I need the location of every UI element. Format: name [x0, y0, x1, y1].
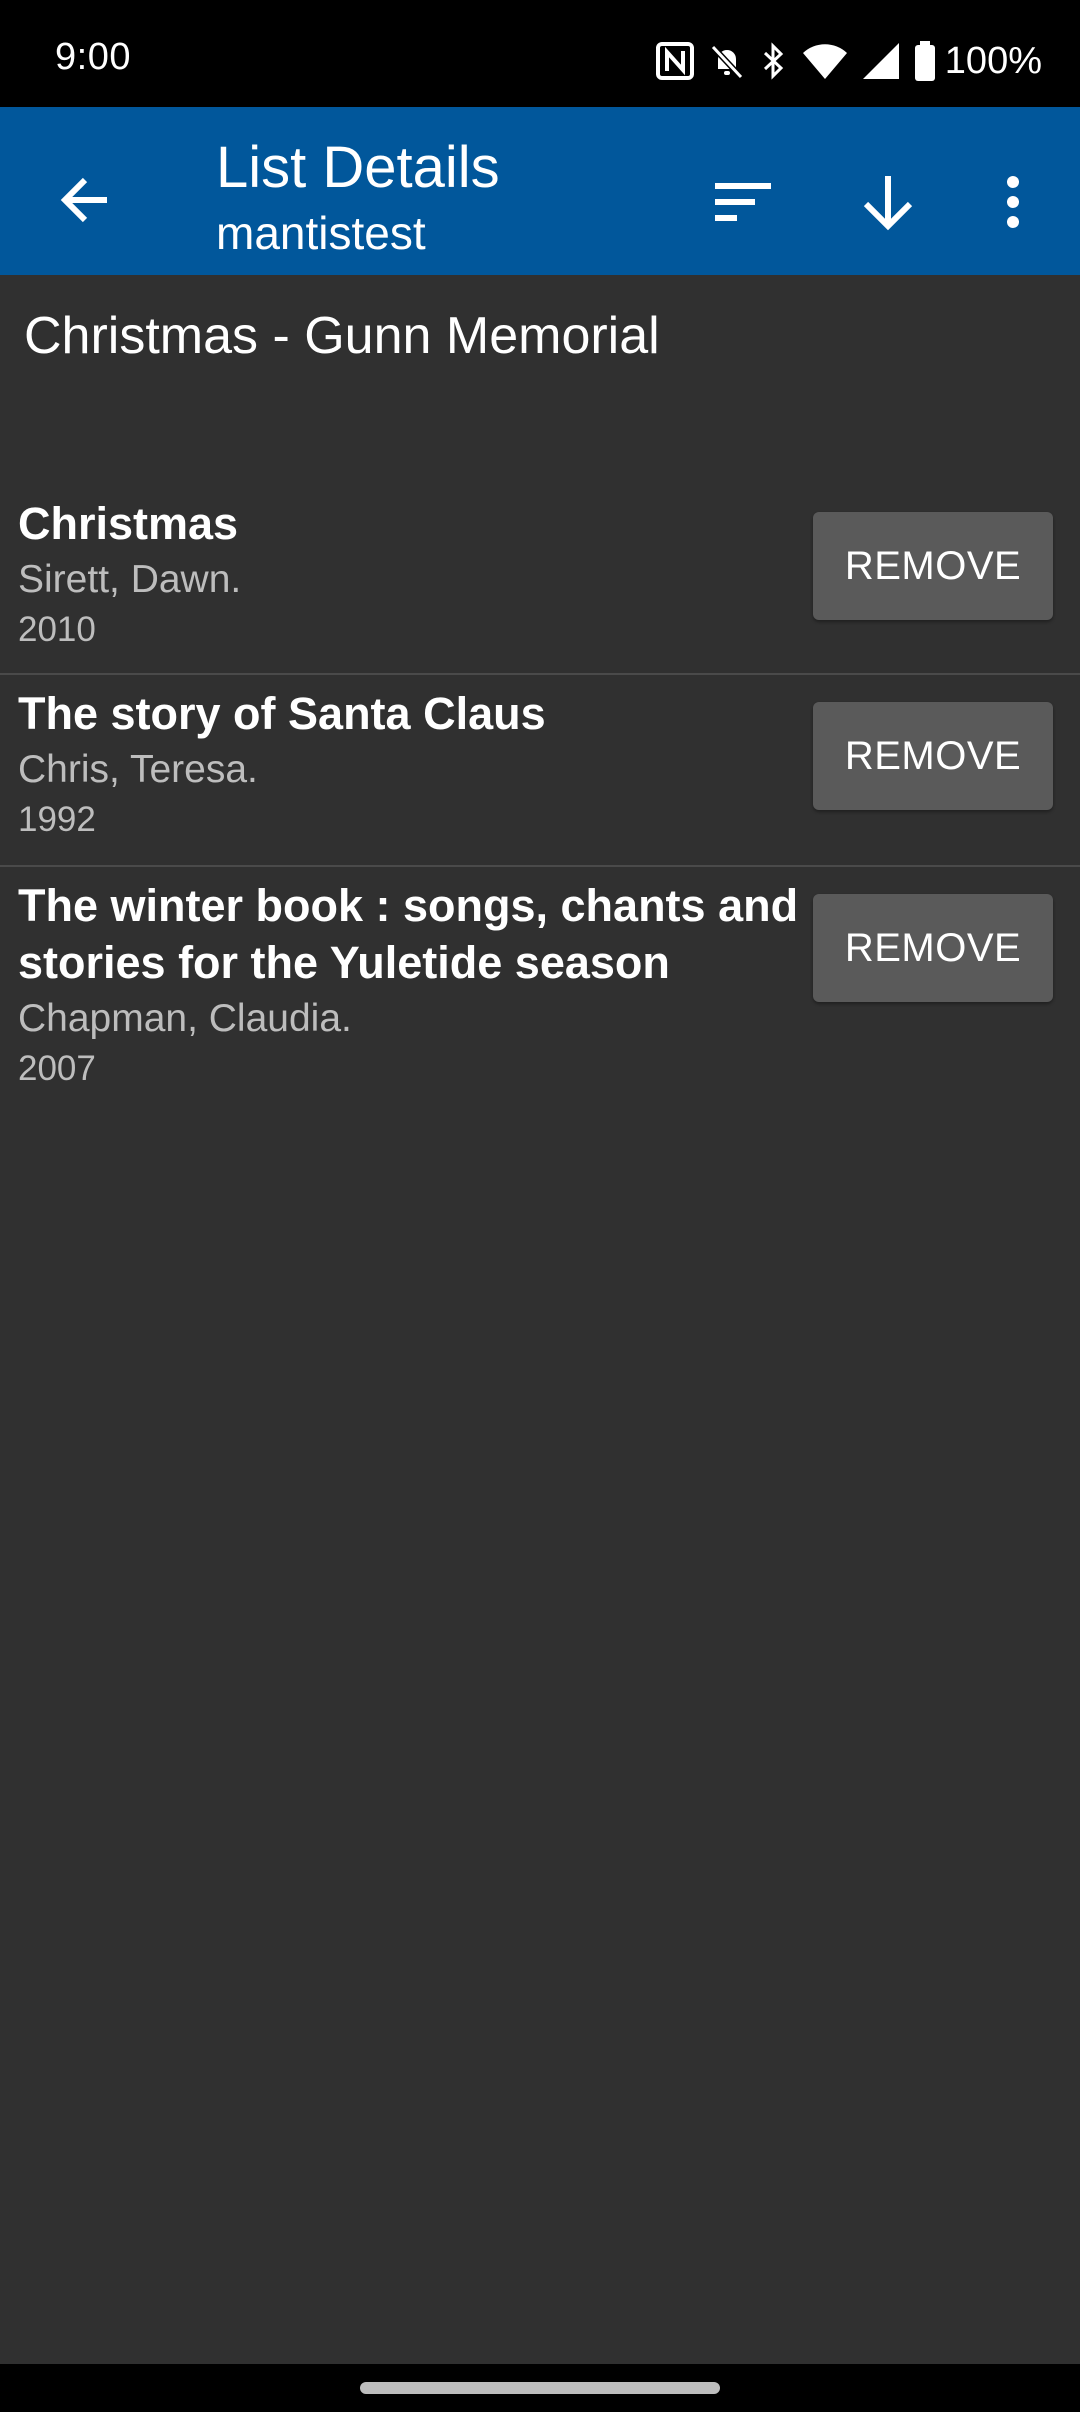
list-item: Christmas Sirett, Dawn. 2010 REMOVE: [0, 495, 1080, 675]
status-time: 9:00: [55, 36, 131, 78]
page-title: List Details: [216, 135, 500, 200]
item-author: Sirett, Dawn.: [18, 558, 242, 601]
item-author: Chris, Teresa.: [18, 748, 258, 791]
item-year: 2007: [18, 1049, 96, 1088]
more-options-button[interactable]: [968, 159, 1058, 249]
status-icons: 100%: [655, 36, 1042, 86]
list-item: The story of Santa Claus Chris, Teresa. …: [0, 675, 1080, 867]
app-bar: List Details mantistest: [0, 107, 1080, 275]
bell-off-icon: [707, 41, 747, 81]
list-item-text[interactable]: Christmas Sirett, Dawn. 2010: [18, 495, 808, 655]
list-item-text[interactable]: The winter book : songs, chants and stor…: [18, 877, 808, 1094]
item-year: 2010: [18, 610, 96, 649]
bluetooth-icon: [759, 41, 789, 81]
item-title: The story of Santa Claus: [18, 688, 546, 739]
download-button[interactable]: [843, 159, 933, 249]
nfc-icon: [655, 41, 695, 81]
back-arrow-icon: [57, 172, 113, 233]
back-button[interactable]: [40, 157, 130, 247]
signal-icon: [861, 41, 901, 81]
list-items: Christmas Sirett, Dawn. 2010 REMOVE The …: [0, 495, 1080, 1117]
home-indicator[interactable]: [360, 2382, 720, 2394]
remove-button[interactable]: REMOVE: [813, 894, 1053, 1002]
status-bar: 9:00 100%: [0, 0, 1080, 107]
battery-icon: [913, 40, 937, 82]
wifi-icon: [801, 41, 849, 81]
sort-icon: [713, 177, 773, 232]
download-icon: [860, 172, 916, 237]
page-subtitle: mantistest: [216, 207, 426, 259]
battery-percentage: 100%: [944, 39, 1042, 82]
item-title: The winter book : songs, chants and stor…: [18, 880, 799, 988]
item-title: Christmas: [18, 498, 239, 549]
list-item: The winter book : songs, chants and stor…: [0, 867, 1080, 1117]
list-item-text[interactable]: The story of Santa Claus Chris, Teresa. …: [18, 685, 808, 845]
remove-button[interactable]: REMOVE: [813, 512, 1053, 620]
navigation-bar: [0, 2364, 1080, 2412]
remove-button[interactable]: REMOVE: [813, 702, 1053, 810]
item-year: 1992: [18, 800, 96, 839]
sort-button[interactable]: [698, 159, 788, 249]
more-vert-icon: [1003, 174, 1023, 235]
list-name: Christmas - Gunn Memorial: [24, 307, 660, 365]
item-author: Chapman, Claudia.: [18, 997, 352, 1040]
